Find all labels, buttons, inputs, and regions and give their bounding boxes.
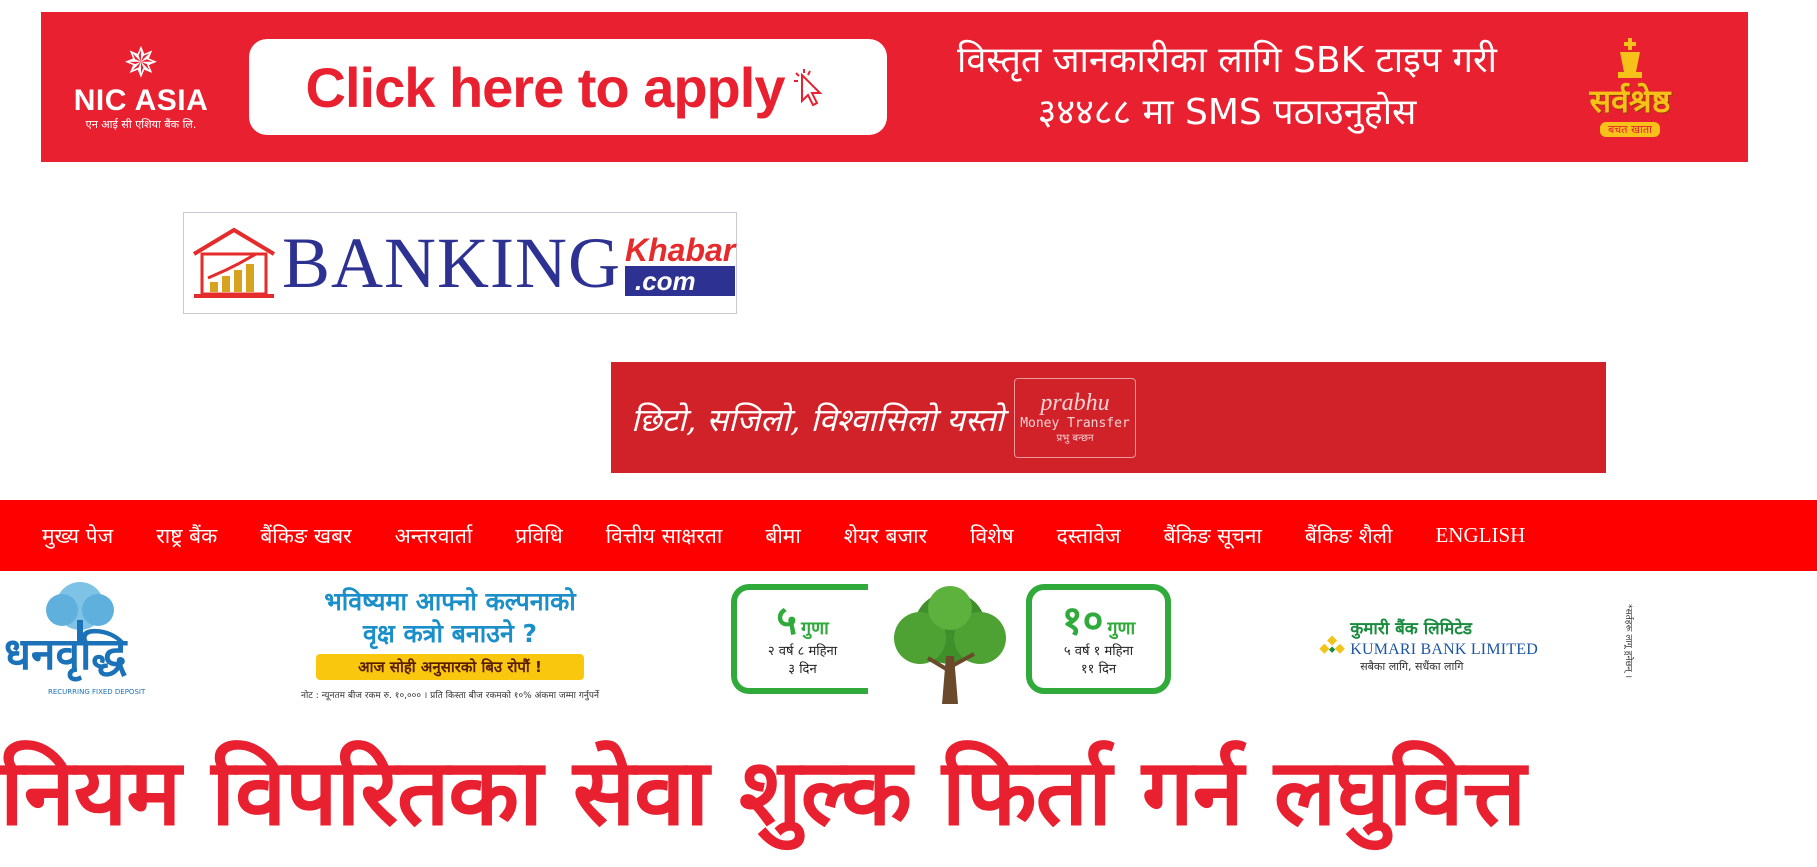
kumari-bank-name-np: कुमारी बैंक लिमिटेड	[1350, 619, 1472, 639]
sarvashrestha-badge: सर्वश्रेष्ठ बचत खाता	[1555, 22, 1705, 152]
offer-10x-days: ११ दिन	[1080, 662, 1117, 677]
nav-item-financial-literacy[interactable]: वित्तीय साक्षरता	[606, 522, 723, 550]
sms-line-2: ३४४८८ मा SMS पठाउनुहोस	[1037, 92, 1417, 133]
kumari-ad-note: नोट : न्यूनतम बीज रकम रु. १०,००० । प्रति…	[300, 691, 600, 701]
banking-khabar-logo[interactable]: BANKING Khabar .com	[183, 212, 737, 314]
kumari-bank-name-en: KUMARI BANK LIMITED	[1350, 641, 1538, 658]
kumari-diamond-icon	[1319, 635, 1345, 654]
brand-banking-word: BANKING	[282, 223, 621, 303]
nav-item-banking-notice[interactable]: बैंकिङ सूचना	[1164, 522, 1262, 550]
brand-com-word: .com	[624, 266, 736, 296]
terms-vertical-note: *सर्तहरू लागू हुनेछन् ।	[1624, 604, 1638, 688]
nav-item-interview[interactable]: अन्तरवार्ता	[395, 522, 473, 550]
prabhu-logo-sub: प्रभु बन्छन	[1056, 433, 1094, 444]
nav-item-banking-style[interactable]: बैंकिङ शैली	[1305, 522, 1393, 550]
offer-10x-number: १०	[1061, 598, 1104, 644]
nic-asia-name: NIC ASIA	[73, 84, 209, 117]
kumari-bank-tagline: सबैका लागि, सधैंका लागि	[1360, 660, 1464, 673]
terms-vertical-text: *सर्तहरू लागू हुनेछन् ।	[1624, 604, 1633, 679]
nav-item-special[interactable]: विशेष	[970, 522, 1014, 550]
apply-button-label: Click here to apply	[305, 55, 786, 119]
house-chart-icon	[192, 227, 276, 298]
prabhu-logo-name: prabhu	[1040, 390, 1110, 416]
prabhu-money-transfer-ad[interactable]: छिटो, सजिलो, विश्वासिलो यस्तो prabhu Mon…	[611, 362, 1606, 473]
nav-item-home[interactable]: मुख्य पेज	[42, 522, 113, 550]
nic-asia-subtitle: एन आई सी एशिया बैंक लि.	[85, 118, 197, 131]
offer-10x-duration: ५ वर्ष १ महिना	[1063, 644, 1134, 659]
kumari-ad-line-1: भविष्यमा आफ्नो कल्पनाको	[324, 587, 576, 616]
brand-khabar-word: Khabar	[624, 232, 736, 268]
nic-asia-banner-ad[interactable]: ✵ NIC ASIA एन आई सी एशिया बैंक लि. Click…	[41, 12, 1748, 162]
prabhu-tagline: छिटो, सजिलो, विश्वासिलो यस्तो	[631, 401, 1004, 439]
dhanvriddhi-word: धनवृद्धि	[4, 629, 127, 680]
kumari-ad-yellow-strip: आज सोही अनुसारको बिउ रोपौं !	[316, 654, 584, 680]
chess-king-icon	[1618, 37, 1642, 78]
kumari-bank-logo: कुमारी बैंक लिमिटेड KUMARI BANK LIMITED …	[1318, 606, 1538, 686]
star-icon: ✵	[123, 38, 159, 87]
offer-5x-days: ३ दिन	[788, 662, 817, 677]
prabhu-logo: prabhu Money Transfer प्रभु बन्छन	[1014, 378, 1136, 458]
kumari-bank-ad[interactable]: धनवृद्धि RECURRING FIXED DEPOSIT भविष्यम…	[0, 580, 1817, 710]
nav-item-banking-news[interactable]: बैंकिङ खबर	[260, 522, 351, 550]
sms-instruction: विस्तृत जानकारीका लागि SBK टाइप गरी ३४४८…	[917, 35, 1537, 139]
offer-5x-number: ५	[776, 598, 797, 644]
dhanvriddhi-subtitle: RECURRING FIXED DEPOSIT	[48, 688, 146, 696]
nav-item-insurance[interactable]: बीमा	[765, 522, 800, 550]
nav-item-english[interactable]: ENGLISH	[1435, 523, 1525, 548]
sms-line-1: विस्तृत जानकारीका लागि SBK टाइप गरी	[957, 40, 1497, 81]
dhanvriddhi-logo: धनवृद्धि RECURRING FIXED DEPOSIT	[0, 580, 160, 700]
nav-item-documents[interactable]: दस्तावेज	[1057, 522, 1121, 550]
sarvashrestha-sub: बचत खाता	[1600, 121, 1660, 137]
article-headline[interactable]: नियम विपरितका सेवा शुल्क फिर्ता गर्न लघु…	[0, 738, 1817, 867]
sarvashrestha-text: सर्वश्रेष्ठ	[1589, 81, 1671, 120]
offer-5x-box: ५ गुणा २ वर्ष ८ महिना ३ दिन	[731, 584, 868, 694]
brand-khabar-block: Khabar .com	[624, 232, 736, 296]
nav-item-share-market[interactable]: शेयर बजार	[844, 522, 927, 550]
offer-10x-box: १० गुणा ५ वर्ष १ महिना ११ दिन	[1026, 584, 1171, 694]
kumari-ad-headline: भविष्यमा आफ्नो कल्पनाको वृक्ष कत्रो बनाउ…	[270, 586, 630, 706]
offer-5x-duration: २ वर्ष ८ महिना	[767, 644, 838, 659]
nav-item-rastra-bank[interactable]: राष्ट्र बैंक	[156, 522, 217, 550]
big-tree-icon	[894, 586, 1006, 704]
prabhu-logo-service: Money Transfer	[1020, 416, 1130, 431]
offer-10x-word: गुणा	[1107, 618, 1136, 639]
apply-button[interactable]: Click here to apply	[249, 39, 887, 135]
cursor-click-icon	[794, 69, 823, 107]
kumari-ad-line-2: वृक्ष कत्रो बनाउने ?	[362, 619, 538, 648]
offer-5x-word: गुणा	[801, 618, 829, 639]
nic-asia-logo: ✵ NIC ASIA एन आई सी एशिया बैंक लि.	[41, 12, 241, 162]
nav-item-technology[interactable]: प्रविधि	[515, 522, 562, 550]
main-nav: मुख्य पेज राष्ट्र बैंक बैंकिङ खबर अन्तरव…	[0, 500, 1817, 571]
